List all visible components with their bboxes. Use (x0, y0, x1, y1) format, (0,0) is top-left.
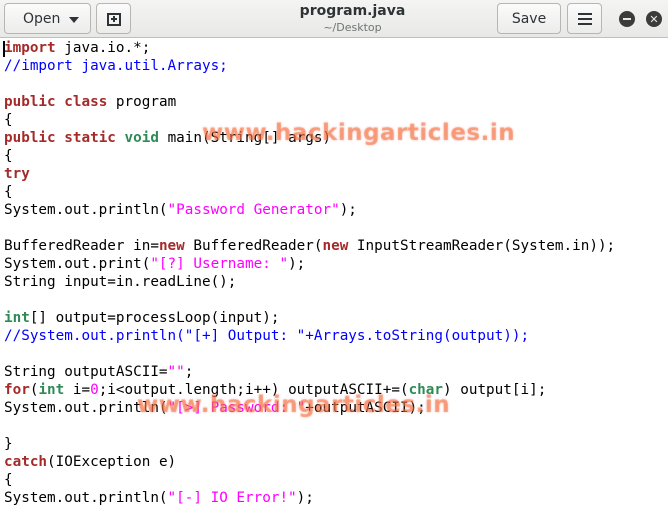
open-button-label: Open (23, 10, 61, 27)
code-token: ; (184, 364, 194, 380)
code-token: char (408, 382, 444, 398)
save-button[interactable]: Save (497, 3, 561, 34)
close-icon: ✕ (649, 12, 659, 26)
menu-button[interactable] (567, 3, 602, 34)
code-line: public static void main(String[] args) (0, 129, 668, 147)
new-document-button[interactable] (96, 3, 131, 34)
code-token: { (4, 472, 13, 488)
code-token: "" (167, 364, 185, 380)
code-token: "[-] IO Error!" (167, 490, 297, 506)
code-token: "Password Generator" (167, 202, 340, 218)
window-title-area: program.java ~/Desktop (250, 2, 455, 36)
code-token: ); (296, 490, 314, 506)
code-token: System.out.print( (4, 256, 151, 272)
code-line: { (0, 111, 668, 129)
code-token: catch (4, 454, 48, 470)
code-token: 0 (90, 382, 99, 398)
code-token: System.out.println( (4, 202, 168, 218)
code-token: main(String[] args) (158, 130, 332, 146)
code-token: //import java.util.Arrays; (4, 58, 228, 74)
code-token: //System.out.println("[+] Output: "+Arra… (4, 328, 530, 344)
code-token: System.out.println( (4, 400, 168, 416)
code-token: { (4, 148, 13, 164)
code-token: ) output[i]; (443, 382, 547, 398)
code-token: BufferedReader in= (4, 238, 159, 254)
save-button-label: Save (511, 10, 547, 27)
code-token: void (124, 130, 159, 146)
code-token: "[?] Username: " (150, 256, 289, 272)
code-token: ); (288, 256, 306, 272)
code-token: import (4, 40, 56, 56)
code-token: program (107, 94, 177, 110)
code-line: System.out.println("[-] IO Error!"); (0, 489, 668, 507)
code-token: for (4, 382, 30, 398)
chevron-down-icon (69, 17, 79, 23)
code-lines: import java.io.*;//import java.util.Arra… (0, 39, 668, 507)
text-cursor (3, 41, 5, 57)
code-line: System.out.println("[>] Password: "+outp… (0, 399, 668, 417)
code-token: class (64, 94, 108, 110)
code-line: for(int i=0;i<output.length;i++) outputA… (0, 381, 668, 399)
code-line: import java.io.*; (0, 39, 668, 57)
hamburger-menu-icon (577, 12, 592, 25)
code-token: new (322, 238, 349, 254)
code-line: catch(IOException e) (0, 453, 668, 471)
code-line: System.out.print("[?] Username: "); (0, 255, 668, 273)
minimize-button[interactable] (619, 11, 635, 27)
code-editor[interactable]: import java.io.*;//import java.util.Arra… (0, 39, 668, 509)
open-button[interactable]: Open (4, 3, 91, 34)
code-token: +outputASCII); (305, 400, 426, 416)
code-line: } (0, 435, 668, 453)
code-line: public class program (0, 93, 668, 111)
close-button[interactable]: ✕ (646, 11, 662, 27)
document-title: program.java (299, 3, 406, 19)
header-bar: Open program.java ~/Desktop Save ✕ (0, 0, 668, 38)
code-line: try (0, 165, 668, 183)
document-path: ~/Desktop (323, 21, 382, 34)
code-token: ;i<output.length;i++) outputASCII+=( (98, 382, 409, 398)
new-document-icon (106, 12, 121, 26)
code-line: { (0, 183, 668, 201)
code-token: java.io.*; (55, 40, 151, 56)
code-token: System.out.println( (4, 490, 168, 506)
code-line: System.out.println("Password Generator")… (0, 201, 668, 219)
code-token: { (4, 112, 13, 128)
code-token: int (38, 382, 65, 398)
code-token: BufferedReader( (184, 238, 323, 254)
code-line: int[] output=processLoop(input); (0, 309, 668, 327)
code-token: ); (339, 202, 357, 218)
code-token: public (4, 130, 56, 146)
code-token: String input=in.readLine(); (4, 274, 237, 290)
code-token: [] output=processLoop(input); (29, 310, 280, 326)
code-line: //System.out.println("[+] Output: "+Arra… (0, 327, 668, 345)
code-token: InputStreamReader(System.in)); (348, 238, 616, 254)
code-token: } (4, 436, 13, 452)
code-line: String outputASCII=""; (0, 363, 668, 381)
code-token: (IOException e) (47, 454, 177, 470)
code-line: String input=in.readLine(); (0, 273, 668, 291)
code-token: public (4, 94, 56, 110)
code-token: try (4, 166, 30, 182)
code-line: //import java.util.Arrays; (0, 57, 668, 75)
code-token: int (4, 310, 30, 326)
code-token: i= (64, 382, 91, 398)
minimize-icon (623, 18, 631, 20)
code-token: new (158, 238, 185, 254)
code-token: String outputASCII= (4, 364, 168, 380)
code-line: { (0, 471, 668, 489)
code-line: { (0, 147, 668, 165)
code-token: { (4, 184, 13, 200)
code-line: BufferedReader in=new BufferedReader(new… (0, 237, 668, 255)
code-token: "[>] Password: " (167, 400, 306, 416)
code-token: static (64, 130, 116, 146)
